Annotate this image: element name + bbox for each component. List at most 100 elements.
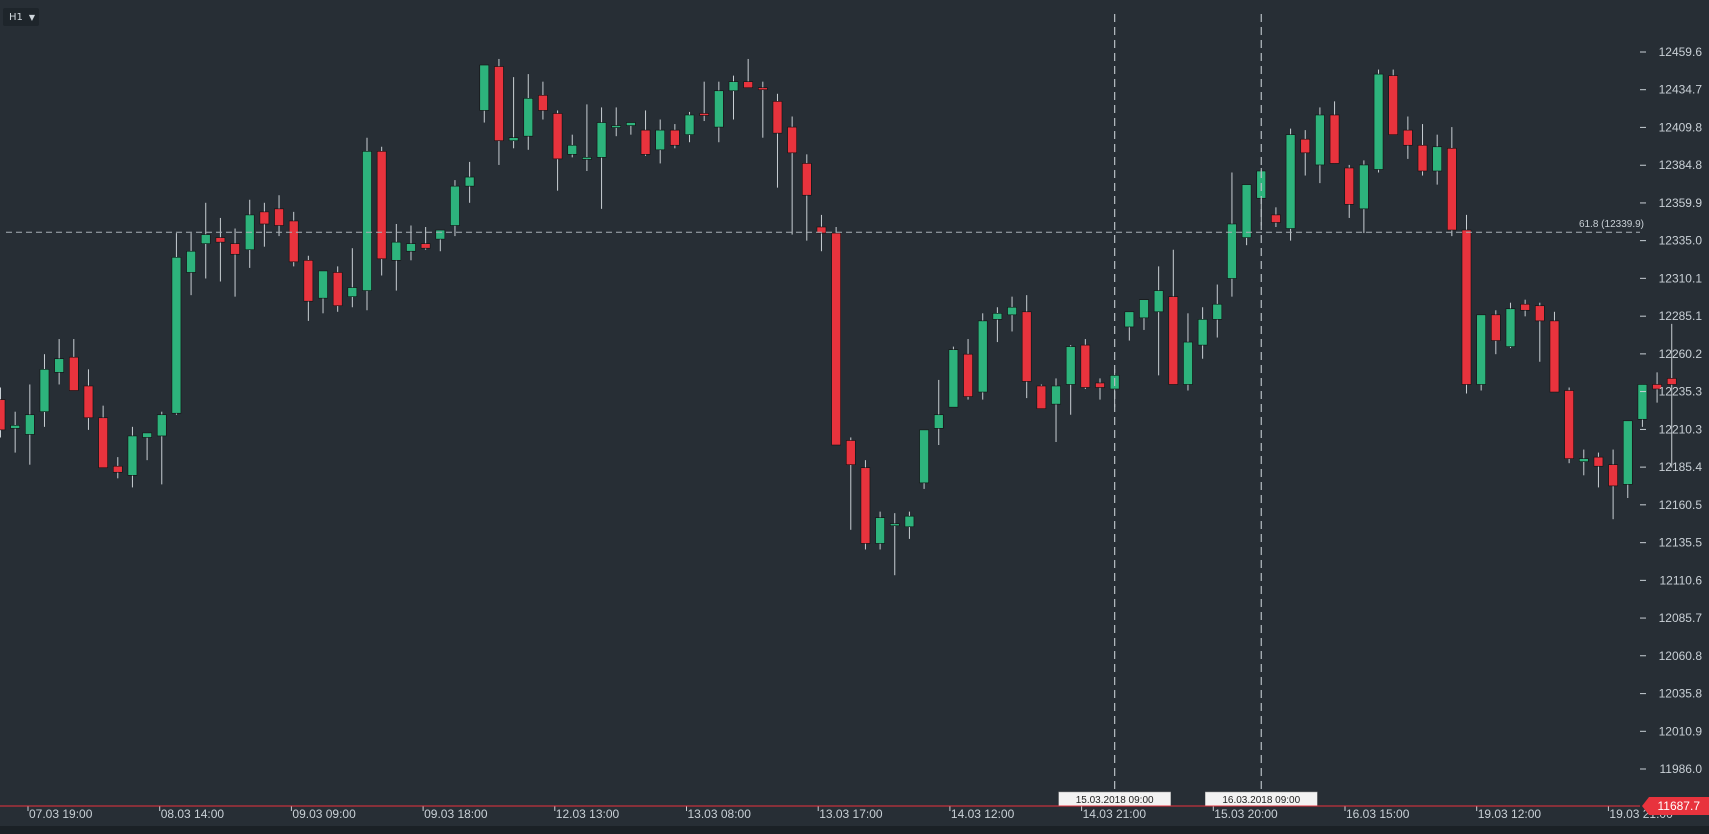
candle-body <box>611 125 622 128</box>
x-tick-label: 13.03 08:00 <box>688 807 752 821</box>
y-tick-label: 12210.3 <box>1659 422 1703 436</box>
candle-body <box>1461 229 1472 385</box>
candle <box>112 457 123 479</box>
candle <box>1139 299 1149 330</box>
candle <box>318 270 328 314</box>
candle-body <box>1241 184 1252 238</box>
candle-body <box>640 129 651 155</box>
candle <box>347 248 358 308</box>
candle <box>1505 302 1516 349</box>
y-tick-label: 12335.0 <box>1659 234 1703 248</box>
candle-body <box>464 176 475 187</box>
y-tick-label: 12160.5 <box>1659 498 1703 512</box>
y-tick-label: 12310.1 <box>1659 271 1703 285</box>
candle-body <box>274 208 284 226</box>
candle-body <box>1447 147 1457 231</box>
candle-body <box>332 272 343 307</box>
y-tick-label: 12384.8 <box>1659 158 1703 172</box>
candle <box>464 161 475 203</box>
candle-body <box>772 101 783 134</box>
candle <box>25 384 35 465</box>
candle-body <box>1300 138 1311 154</box>
x-tick-label: 07.03 19:00 <box>29 807 93 821</box>
candle <box>1227 172 1237 297</box>
candle <box>39 354 50 427</box>
candle <box>801 154 812 241</box>
candle <box>244 199 255 268</box>
candle-body <box>98 417 108 469</box>
y-tick-label: 12085.7 <box>1659 611 1703 625</box>
candle-body <box>538 94 548 111</box>
candle <box>1520 299 1530 317</box>
candle-body <box>69 356 79 391</box>
candle-body <box>508 137 519 142</box>
candle <box>787 116 797 235</box>
y-tick-label: 12459.6 <box>1659 45 1703 59</box>
candle-body <box>1124 311 1135 328</box>
candle <box>992 307 1003 343</box>
candle-body <box>919 429 929 484</box>
candle-body <box>596 122 607 158</box>
candle-body <box>831 232 841 446</box>
candle <box>670 124 680 149</box>
candle <box>1593 452 1604 488</box>
candle <box>1344 164 1355 218</box>
candle <box>772 93 783 188</box>
candle <box>567 134 578 158</box>
candle <box>69 339 79 391</box>
candle-body <box>1373 73 1384 170</box>
candle <box>156 411 167 485</box>
candle-body <box>1578 458 1589 462</box>
candle-body <box>1622 420 1633 485</box>
candle <box>538 81 548 120</box>
candle <box>758 81 768 138</box>
candle-body <box>186 250 196 273</box>
candle <box>420 227 431 250</box>
vertical-marker-label: 16.03.2018 09:00 <box>1222 795 1300 806</box>
candle-body <box>743 81 753 89</box>
x-tick-label: 09.03 18:00 <box>424 807 488 821</box>
vertical-marker[interactable]: 15.03.2018 09:00 <box>1058 14 1171 807</box>
vertical-markers[interactable]: 15.03.2018 09:00 16.03.2018 09:00 <box>1058 14 1318 807</box>
candle <box>1095 378 1105 400</box>
candle-body <box>845 440 856 465</box>
y-tick-label: 12035.8 <box>1659 687 1703 701</box>
candle-body <box>1065 346 1076 385</box>
candle-body <box>875 517 885 544</box>
price-axis: 12459.6 12434.7 12409.8 12384.8 12359.9 12335… <box>1640 45 1702 776</box>
candle <box>259 202 270 247</box>
candle-body <box>83 385 94 419</box>
x-tick-label: 09.03 09:00 <box>292 807 356 821</box>
y-tick-label: 12010.9 <box>1659 724 1703 738</box>
candle <box>904 511 915 539</box>
candle-body <box>801 163 812 196</box>
candlestick-chart[interactable]: 61.8 (12339.9) 15.03.2018 09:00 16.03.201… <box>0 0 1709 834</box>
candle-body <box>948 349 959 408</box>
candle <box>142 432 152 461</box>
candle <box>626 122 636 135</box>
candle <box>1476 314 1486 391</box>
candle <box>1021 295 1032 399</box>
vertical-marker[interactable]: 16.03.2018 09:00 <box>1205 14 1318 807</box>
candle-body <box>479 64 490 111</box>
timeframe-selector[interactable]: H1 ▼ <box>3 8 39 26</box>
candle-body <box>230 243 240 255</box>
candle <box>288 211 299 267</box>
candle-body <box>200 234 211 244</box>
candle-body <box>303 260 314 302</box>
candle-body <box>288 220 299 263</box>
candle-body <box>1549 320 1560 393</box>
candle-body <box>1080 344 1091 388</box>
candle <box>406 225 416 261</box>
candle-body <box>450 185 460 226</box>
candle-body <box>1271 214 1281 223</box>
candle-body <box>1403 129 1413 146</box>
candle <box>1271 207 1281 228</box>
candle <box>831 227 841 446</box>
candle <box>948 346 959 408</box>
candle <box>1622 420 1633 499</box>
candle <box>919 429 929 489</box>
candle-body <box>142 432 152 438</box>
candle-body <box>699 113 709 116</box>
candle-body <box>1432 146 1442 172</box>
